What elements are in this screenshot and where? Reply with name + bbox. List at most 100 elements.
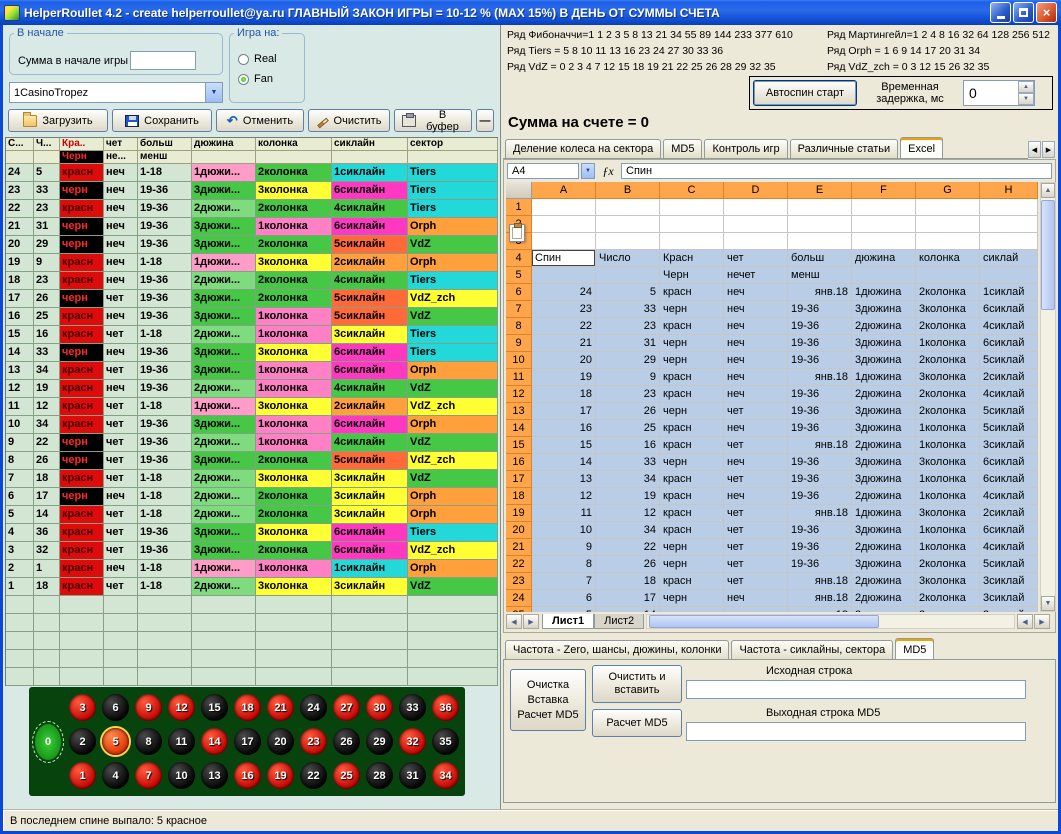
grid-cell[interactable]: 18 [596, 573, 660, 590]
grid-cell[interactable]: 4сиклай [980, 318, 1038, 335]
grid-cell[interactable]: 21 [532, 335, 596, 352]
grid-cell[interactable] [596, 267, 660, 284]
table-row[interactable]: 21красннеч1-181дюжи...1колонка1сиклайнOr… [6, 560, 498, 578]
wheel-number-6[interactable]: 6 [102, 694, 129, 721]
wheel-number-31[interactable]: 31 [399, 762, 426, 789]
column-header-H[interactable]: H [980, 182, 1038, 199]
scroll-up-icon[interactable]: ▲ [1041, 183, 1055, 198]
main-tab-2[interactable]: Контроль игр [704, 139, 787, 158]
row-header-24[interactable]: 24 [506, 590, 532, 607]
table-row[interactable]: 1219красннеч19-362дюжи...1колонка4сиклай… [6, 380, 498, 398]
grid-cell[interactable] [660, 233, 724, 250]
grid-cell[interactable]: 13 [532, 471, 596, 488]
wheel-number-15[interactable]: 15 [201, 694, 228, 721]
table-row[interactable]: 718краснчет1-182дюжи...3колонка3сиклайнV… [6, 470, 498, 488]
wheel-number-21[interactable]: 21 [267, 694, 294, 721]
grid-cell[interactable]: 1колонка [916, 471, 980, 488]
source-string-input[interactable] [686, 680, 1026, 699]
start-sum-input[interactable] [130, 51, 196, 70]
grid-cell[interactable] [980, 216, 1038, 233]
chevron-down-icon[interactable]: ▼ [205, 83, 222, 102]
grid-cell[interactable]: 26 [596, 556, 660, 573]
grid-cell[interactable]: 2дюжина [852, 488, 916, 505]
grid-cell[interactable]: 19-36 [788, 420, 852, 437]
grid-cell[interactable]: красн [660, 522, 724, 539]
row-header-16[interactable]: 16 [506, 454, 532, 471]
wheel-number-34[interactable]: 34 [432, 762, 459, 789]
row-header-5[interactable]: 5 [506, 267, 532, 284]
grid-cell[interactable]: 3дюжина [852, 471, 916, 488]
grid-cell[interactable]: красн [660, 488, 724, 505]
row-header-12[interactable]: 12 [506, 386, 532, 403]
grid-cell[interactable] [916, 233, 980, 250]
wheel-number-30[interactable]: 30 [366, 694, 393, 721]
grid-cell[interactable]: 9 [532, 539, 596, 556]
grid-cell[interactable]: янв.18 [788, 573, 852, 590]
grid-cell[interactable]: Черн [660, 267, 724, 284]
table-row[interactable]: 1433черннеч19-363дюжи...3колонка6сиклайн… [6, 344, 498, 362]
table-row[interactable]: 2333черннеч19-363дюжи...3колонка6сиклайн… [6, 182, 498, 200]
cell-name-box[interactable]: A4 [507, 163, 579, 179]
namebox-dropdown-icon[interactable]: ▼ [581, 163, 595, 179]
calc-md5-button[interactable]: Расчет MD5 [592, 709, 682, 737]
grid-cell[interactable]: 1дюжина [852, 369, 916, 386]
grid-cell[interactable]: красн [660, 284, 724, 301]
minimize-button[interactable] [990, 2, 1011, 23]
wheel-number-3[interactable]: 3 [69, 694, 96, 721]
grid-cell[interactable]: 3дюжина [852, 556, 916, 573]
wheel-number-13[interactable]: 13 [201, 762, 228, 789]
table-row[interactable]: 436краснчет19-363дюжи...3колонка6сиклайн… [6, 524, 498, 542]
grid-cell[interactable]: красн [660, 369, 724, 386]
undo-button[interactable]: ↶Отменить [216, 109, 304, 132]
grid-cell[interactable]: 6сиклай [980, 471, 1038, 488]
grid-cell[interactable]: 19-36 [788, 352, 852, 369]
grid-cell[interactable] [788, 233, 852, 250]
grid-cell[interactable]: 23 [532, 301, 596, 318]
grid-cell[interactable]: 19-36 [788, 539, 852, 556]
grid-cell[interactable]: 6 [532, 590, 596, 607]
row-header-1[interactable]: 1 [506, 199, 532, 216]
grid-cell[interactable]: 14 [596, 607, 660, 612]
grid-cell[interactable]: 1колонка [916, 335, 980, 352]
wheel-number-19[interactable]: 19 [267, 762, 294, 789]
grid-cell[interactable]: 1колонка [916, 420, 980, 437]
main-tab-1[interactable]: MD5 [663, 139, 702, 158]
clear-button[interactable]: Очистить [308, 109, 390, 132]
grid-cell[interactable]: 19-36 [788, 335, 852, 352]
paste-options-icon[interactable] [509, 224, 525, 242]
spin-up-icon[interactable]: ▲ [1018, 81, 1034, 93]
select-all-corner[interactable] [506, 182, 532, 199]
wheel-number-25[interactable]: 25 [333, 762, 360, 789]
wheel-number-32[interactable]: 32 [399, 728, 426, 755]
row-header-20[interactable]: 20 [506, 522, 532, 539]
table-row[interactable]: 826чернчет19-363дюжи...2колонка5сиклайнV… [6, 452, 498, 470]
grid-cell[interactable]: 16 [532, 420, 596, 437]
grid-cell[interactable]: 2колонка [916, 318, 980, 335]
grid-cell[interactable]: 2колонка [916, 352, 980, 369]
grid-cell[interactable]: 19-36 [788, 471, 852, 488]
grid-cell[interactable]: 7 [532, 573, 596, 590]
table-row[interactable]: 332краснчет19-363дюжи...2колонка6сиклайн… [6, 542, 498, 560]
grid-cell[interactable]: 1колонка [916, 488, 980, 505]
grid-cell[interactable]: 17 [596, 590, 660, 607]
horizontal-scroll-thumb[interactable] [649, 615, 879, 628]
clear-and-paste-button[interactable]: Очистить и вставить [592, 665, 682, 703]
wheel-number-9[interactable]: 9 [135, 694, 162, 721]
grid-cell[interactable]: 5сиклай [980, 403, 1038, 420]
grid-cell[interactable]: 3колонка [916, 505, 980, 522]
wheel-number-27[interactable]: 27 [333, 694, 360, 721]
table-row[interactable]: 1334краснчет19-363дюжи...1колонка6сиклай… [6, 362, 498, 380]
table-row[interactable]: 1625красннеч19-363дюжи...1колонка5сиклай… [6, 308, 498, 326]
spin-down-icon[interactable]: ▼ [1018, 93, 1034, 105]
grid-cell[interactable]: 4сиклай [980, 488, 1038, 505]
grid-cell[interactable]: янв.18 [788, 505, 852, 522]
wheel-number-22[interactable]: 22 [300, 762, 327, 789]
wheel-number-36[interactable]: 36 [432, 694, 459, 721]
to-clipboard-button[interactable]: В буфер [394, 109, 472, 132]
grid-cell[interactable]: 14 [532, 454, 596, 471]
grid-cell[interactable]: 18 [532, 386, 596, 403]
grid-cell[interactable]: 2дюжина [852, 539, 916, 556]
row-header-19[interactable]: 19 [506, 505, 532, 522]
table-row[interactable]: 1823красннеч19-362дюжи...2колонка4сиклай… [6, 272, 498, 290]
grid-cell[interactable]: 12 [596, 505, 660, 522]
